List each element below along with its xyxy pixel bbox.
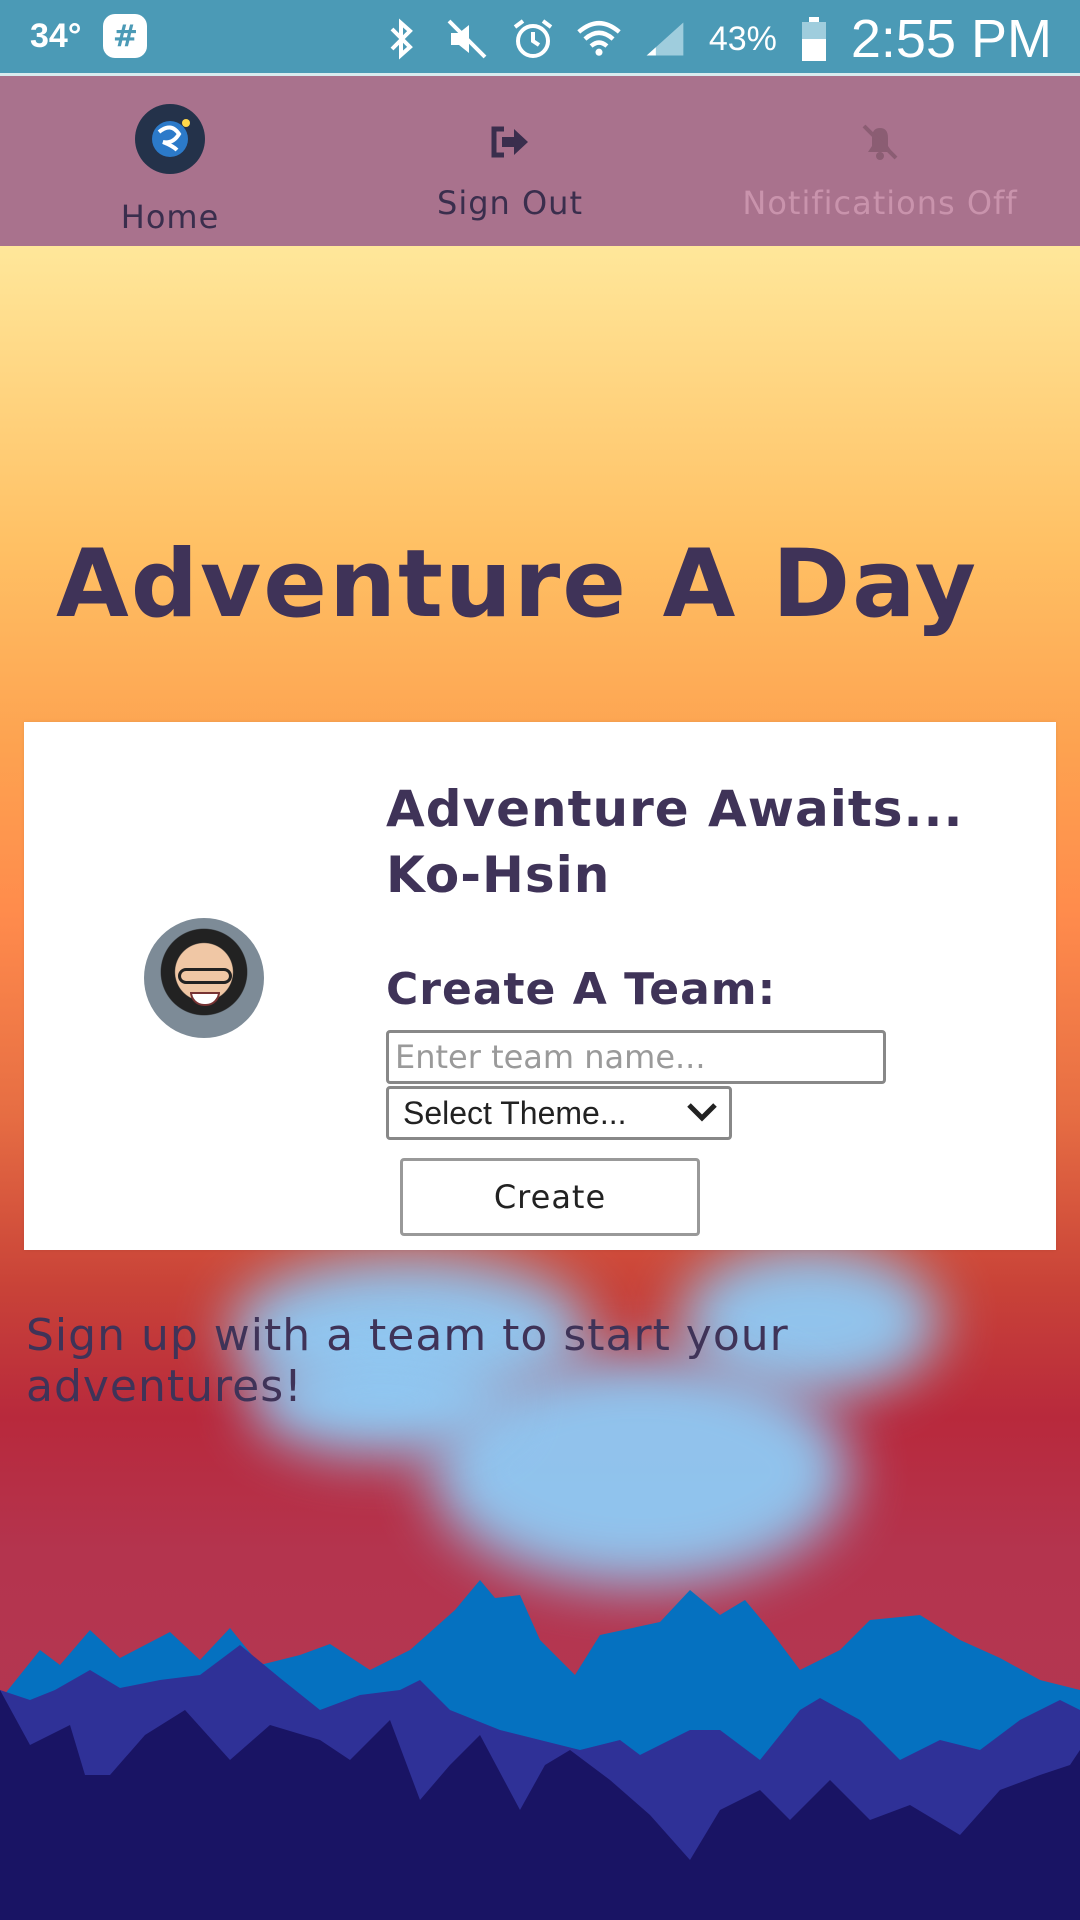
wifi-icon xyxy=(577,17,621,61)
status-bar: 34° # 43% 2:55 PM xyxy=(0,0,1080,76)
team-name-input[interactable] xyxy=(386,1030,886,1084)
nav-sign-out-label: Sign Out xyxy=(437,184,583,222)
status-right: 43% 2:55 PM xyxy=(379,8,1052,70)
nav-notifications-label: Notifications Off xyxy=(742,184,1018,222)
nav-home-label: Home xyxy=(120,198,220,236)
signup-message: Sign up with a team to start your advent… xyxy=(26,1310,789,1412)
create-team-button[interactable]: Create xyxy=(400,1158,700,1236)
app-logo-icon xyxy=(135,104,205,174)
battery-percent: 43% xyxy=(708,19,777,58)
alarm-icon xyxy=(511,17,555,61)
mountains-decoration xyxy=(0,1580,1080,1920)
nav-sign-out[interactable]: Sign Out xyxy=(420,118,600,222)
slack-icon: # xyxy=(103,14,148,58)
battery-icon xyxy=(799,17,829,61)
temperature: 34° xyxy=(30,16,82,55)
sign-out-icon xyxy=(420,118,600,166)
avatar-smile xyxy=(190,992,220,1006)
team-card: Adventure Awaits... Ko-Hsin Create A Tea… xyxy=(24,722,1056,1250)
avatar-glasses xyxy=(178,968,232,984)
page-title: Adventure A Day xyxy=(56,530,978,639)
welcome-heading: Adventure Awaits... Ko-Hsin xyxy=(386,780,964,904)
theme-select[interactable]: Select Theme... xyxy=(386,1086,732,1140)
create-team-label: Create A Team: xyxy=(386,964,777,1015)
top-nav: Home Sign Out Notifications Off xyxy=(0,76,1080,246)
status-left: 34° # xyxy=(30,14,148,58)
bluetooth-icon xyxy=(379,17,423,61)
theme-select-value: Select Theme... xyxy=(403,1094,627,1131)
chevron-down-icon xyxy=(685,1095,719,1132)
signal-icon xyxy=(643,17,687,61)
mute-icon xyxy=(445,17,489,61)
bell-off-icon xyxy=(730,118,1030,166)
avatar xyxy=(144,918,264,1038)
nav-home[interactable]: Home xyxy=(90,104,250,236)
nav-notifications[interactable]: Notifications Off xyxy=(730,118,1030,222)
clock: 2:55 PM xyxy=(850,9,1052,69)
